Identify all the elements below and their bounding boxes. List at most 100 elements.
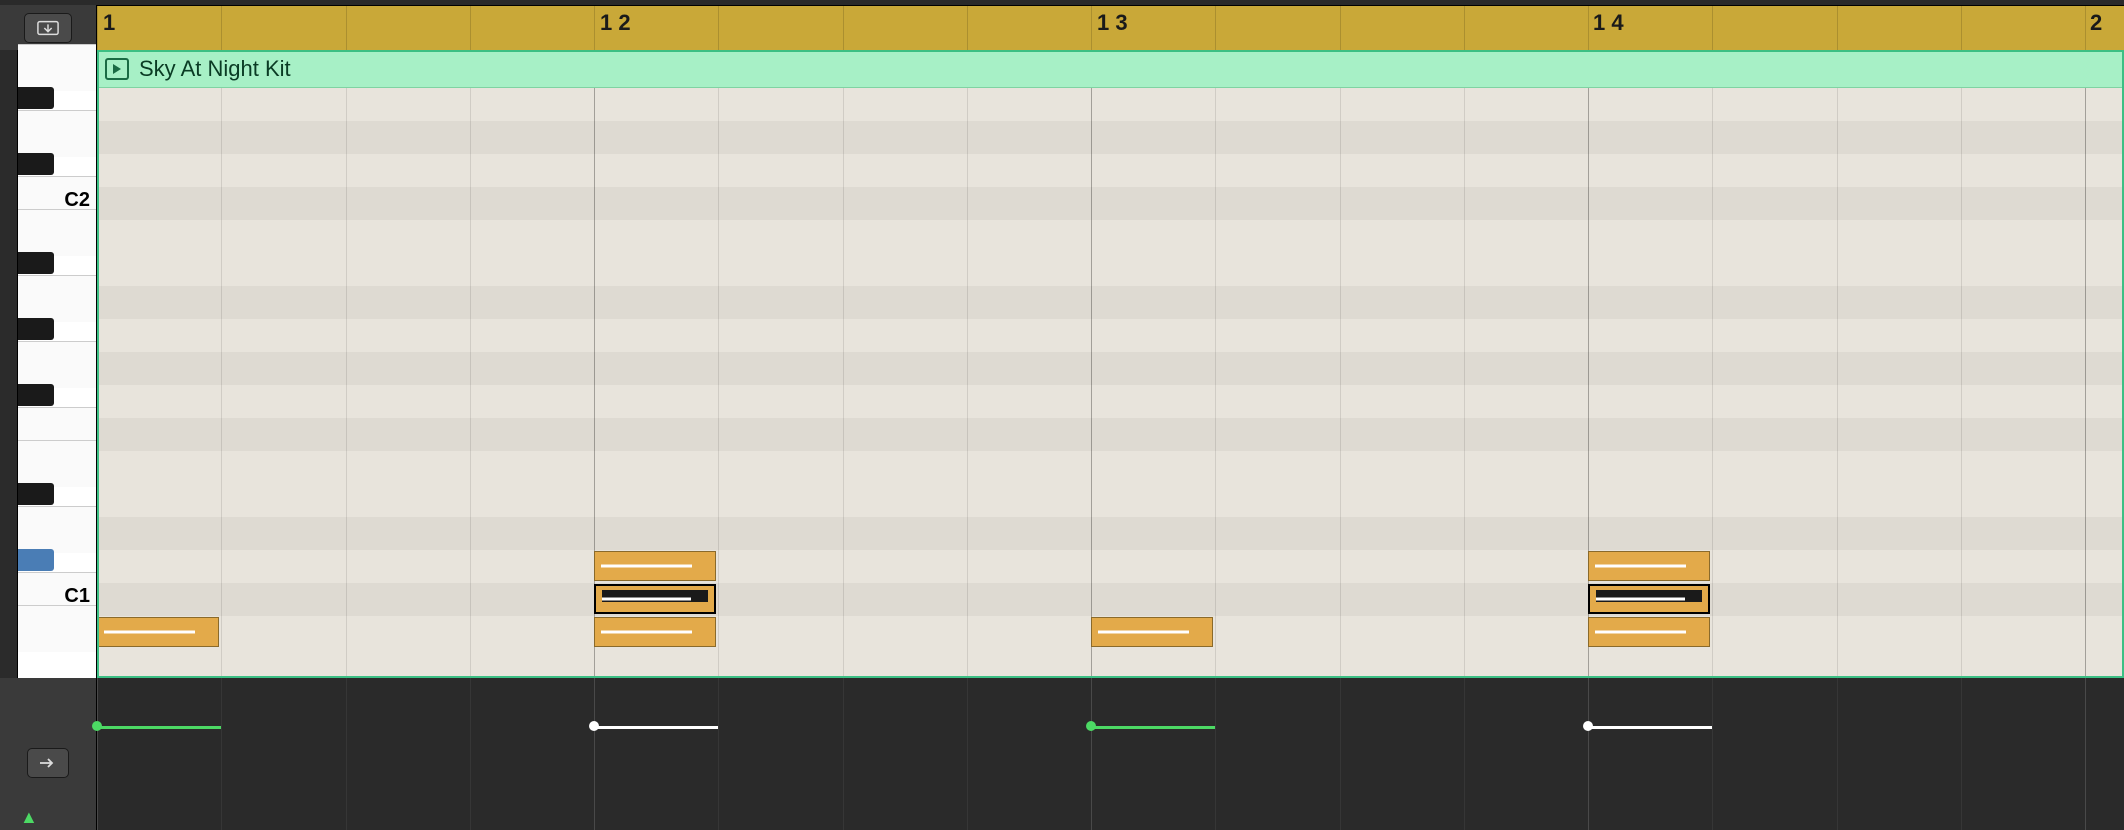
velocity-grid-line xyxy=(718,678,719,830)
midi-note[interactable] xyxy=(97,617,219,647)
grid-row xyxy=(97,418,2124,451)
grid-line xyxy=(1837,50,1838,678)
grid-row xyxy=(97,550,2124,583)
ruler-tick xyxy=(1091,6,1092,50)
piano-white-key[interactable] xyxy=(18,275,96,322)
velocity-grid-line xyxy=(1712,678,1713,830)
ruler-beat-label: 1 2 xyxy=(600,10,631,36)
ruler-tick xyxy=(843,6,844,50)
ruler-tick xyxy=(1837,6,1838,50)
grid-row xyxy=(97,385,2124,418)
grid-row xyxy=(97,88,2124,121)
ruler-tick xyxy=(97,6,98,50)
velocity-stem[interactable] xyxy=(594,726,718,729)
piano-black-key[interactable] xyxy=(18,384,54,406)
grid-line xyxy=(1215,50,1216,678)
ruler-tick xyxy=(1961,6,1962,50)
grid-line xyxy=(1961,50,1962,678)
ruler-tick xyxy=(594,6,595,50)
midi-note[interactable] xyxy=(594,584,716,614)
ruler-beat-label: 1 xyxy=(103,10,115,36)
velocity-handle[interactable] xyxy=(589,721,599,731)
region-header[interactable]: Sky At Night Kit xyxy=(97,50,2124,88)
velocity-grid-line xyxy=(97,678,98,830)
piano-black-key[interactable] xyxy=(18,153,54,175)
play-icon xyxy=(112,64,122,74)
catch-playhead-button[interactable] xyxy=(24,13,72,43)
velocity-stem[interactable] xyxy=(1588,726,1712,729)
velocity-handle[interactable] xyxy=(92,721,102,731)
ruler-tick xyxy=(221,6,222,50)
catch-playhead-icon xyxy=(37,20,59,36)
velocity-stem[interactable] xyxy=(97,726,221,729)
velocity-grid-line xyxy=(346,678,347,830)
ruler-beat-label: 1 4 xyxy=(1593,10,1624,36)
piano-black-key[interactable] xyxy=(18,318,54,340)
ruler-tick xyxy=(718,6,719,50)
ruler-tick xyxy=(346,6,347,50)
ruler-tick xyxy=(967,6,968,50)
grid-line xyxy=(1464,50,1465,678)
ruler-tick xyxy=(470,6,471,50)
piano-white-key[interactable] xyxy=(18,605,96,652)
velocity-grid-line xyxy=(1588,678,1589,830)
grid-line xyxy=(1340,50,1341,678)
midi-note[interactable] xyxy=(1091,617,1213,647)
piano-black-key[interactable] xyxy=(18,483,54,505)
automation-expand-icon[interactable]: ▲ xyxy=(20,807,38,828)
ruler-tick xyxy=(1215,6,1216,50)
velocity-grid-line xyxy=(1837,678,1838,830)
timeline-ruler[interactable]: 1 1 2 1 3 1 4 2 xyxy=(97,5,2124,50)
velocity-grid-line xyxy=(843,678,844,830)
grid-line xyxy=(718,50,719,678)
piano-black-key[interactable] xyxy=(18,549,54,571)
midi-note[interactable] xyxy=(594,617,716,647)
grid-row xyxy=(97,649,2124,678)
grid-line xyxy=(843,50,844,678)
piano-black-key[interactable] xyxy=(18,87,54,109)
piano-white-key[interactable] xyxy=(18,341,96,388)
velocity-grid-line xyxy=(2085,678,2086,830)
midi-note[interactable] xyxy=(1588,551,1710,581)
grid-row xyxy=(97,121,2124,154)
piano-black-key[interactable] xyxy=(18,252,54,274)
midi-note[interactable] xyxy=(594,551,716,581)
velocity-grid-line xyxy=(1464,678,1465,830)
ruler-tick xyxy=(1712,6,1713,50)
grid-line xyxy=(967,50,968,678)
velocity-handle[interactable] xyxy=(1583,721,1593,731)
piano-white-key[interactable] xyxy=(18,440,96,487)
ruler-beat-label: 1 3 xyxy=(1097,10,1128,36)
ruler-tick xyxy=(1588,6,1589,50)
velocity-stem[interactable] xyxy=(1091,726,1215,729)
grid-row xyxy=(97,187,2124,220)
region-play-button[interactable] xyxy=(105,58,129,80)
grid-line xyxy=(346,50,347,678)
piano-roll-grid[interactable]: Sky At Night Kit xyxy=(97,50,2124,678)
grid-line xyxy=(97,50,98,678)
velocity-lane[interactable] xyxy=(97,678,2124,830)
grid-line xyxy=(1712,50,1713,678)
grid-row xyxy=(97,451,2124,484)
ruler-tick xyxy=(2085,6,2086,50)
midi-note[interactable] xyxy=(1588,584,1710,614)
region-title: Sky At Night Kit xyxy=(139,56,291,82)
velocity-lane-controls: ▲ xyxy=(0,678,97,830)
midi-out-button[interactable] xyxy=(27,748,69,778)
velocity-grid-line xyxy=(221,678,222,830)
piano-white-key[interactable] xyxy=(18,110,96,157)
piano-white-key[interactable] xyxy=(18,506,96,553)
grid-line xyxy=(221,50,222,678)
ruler-tick xyxy=(1340,6,1341,50)
velocity-handle[interactable] xyxy=(1086,721,1096,731)
piano-keyboard[interactable]: C2C1 xyxy=(18,50,97,678)
grid-row xyxy=(97,154,2124,187)
velocity-grid-line xyxy=(1961,678,1962,830)
grid-line xyxy=(1091,50,1092,678)
piano-white-key[interactable] xyxy=(18,209,96,256)
midi-note[interactable] xyxy=(1588,617,1710,647)
velocity-grid-line xyxy=(1215,678,1216,830)
piano-white-key[interactable] xyxy=(18,44,96,91)
left-rail xyxy=(0,50,18,678)
ruler-beat-label: 2 xyxy=(2090,10,2102,36)
